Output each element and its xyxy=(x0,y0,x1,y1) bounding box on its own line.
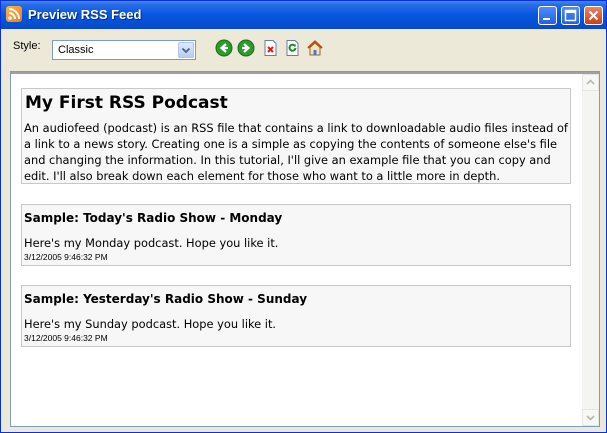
rss-feed-icon xyxy=(6,6,22,22)
delete-icon[interactable] xyxy=(262,39,280,57)
channel-title: My First RSS Podcast xyxy=(25,93,228,113)
back-icon[interactable] xyxy=(215,39,233,57)
minimize-button[interactable] xyxy=(538,6,557,25)
toolbar: Style: Classic xyxy=(1,29,606,71)
close-button[interactable] xyxy=(584,6,603,25)
divider xyxy=(11,72,599,74)
refresh-icon[interactable] xyxy=(284,39,302,57)
feed-item: Sample: Today's Radio Show - Monday Here… xyxy=(21,204,571,266)
forward-icon[interactable] xyxy=(237,39,255,57)
home-icon[interactable] xyxy=(306,39,324,57)
scroll-down-button[interactable] xyxy=(582,409,599,426)
item-description: Here's my Monday podcast. Hope you like … xyxy=(24,236,279,250)
channel-description: An audiofeed (podcast) is an RSS file th… xyxy=(24,121,568,183)
style-label: Style: xyxy=(13,40,41,52)
chevron-down-icon[interactable] xyxy=(178,42,194,58)
preview-rss-window: Preview RSS Feed Style: Classic My First… xyxy=(0,0,607,433)
item-description: Here's my Sunday podcast. Hope you like … xyxy=(24,317,277,331)
style-select[interactable]: Classic xyxy=(52,40,196,60)
item-title[interactable]: Sample: Yesterday's Radio Show - Sunday xyxy=(24,292,307,306)
window-title: Preview RSS Feed xyxy=(28,7,142,22)
title-bar[interactable]: Preview RSS Feed xyxy=(1,1,606,29)
maximize-button[interactable] xyxy=(561,6,580,25)
item-date: 3/12/2005 9:46:32 PM xyxy=(24,333,108,343)
vertical-scrollbar[interactable] xyxy=(582,74,599,426)
scroll-up-button[interactable] xyxy=(582,74,599,91)
feed-preview-pane[interactable]: My First RSS Podcast An audiofeed (podca… xyxy=(10,71,600,427)
channel-block: My First RSS Podcast An audiofeed (podca… xyxy=(21,88,571,184)
item-date: 3/12/2005 9:46:32 PM xyxy=(24,252,108,262)
style-select-value: Classic xyxy=(58,44,94,56)
feed-item: Sample: Yesterday's Radio Show - Sunday … xyxy=(21,285,571,347)
item-title[interactable]: Sample: Today's Radio Show - Monday xyxy=(24,211,282,225)
